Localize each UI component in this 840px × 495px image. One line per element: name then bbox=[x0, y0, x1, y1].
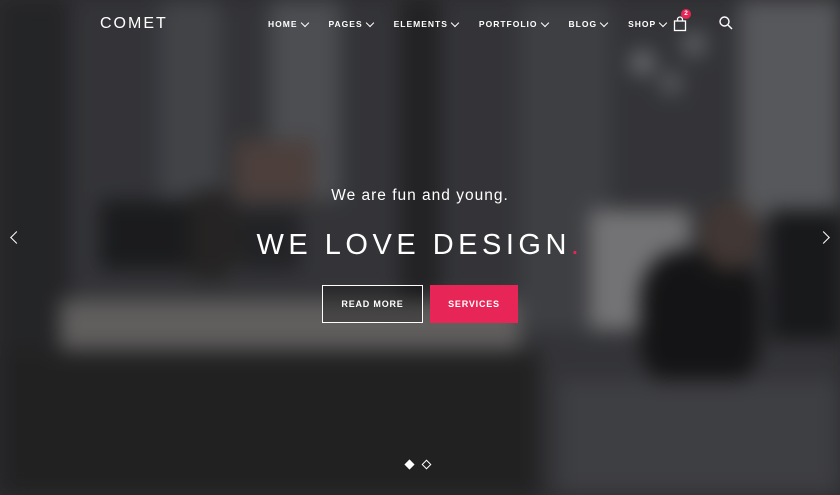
chevron-down-icon bbox=[365, 18, 374, 27]
nav-item-pages[interactable]: PAGES bbox=[328, 18, 374, 29]
nav-item-label: ELEMENTS bbox=[393, 19, 448, 29]
nav-item-label: HOME bbox=[268, 19, 298, 29]
nav-item-label: BLOG bbox=[568, 19, 598, 29]
hero-title-text: WE LOVE DESIGN bbox=[256, 229, 571, 261]
slide-dot-1[interactable] bbox=[404, 459, 415, 470]
nav-item-label: PORTFOLIO bbox=[478, 19, 538, 29]
read-more-button[interactable]: READ MORE bbox=[322, 285, 423, 323]
nav-item-home[interactable]: HOME bbox=[268, 18, 309, 29]
main-menu: HOME PAGES ELEMENTS PORTFOLIO BLOG SHOP bbox=[268, 18, 687, 29]
hero-title-dot: . bbox=[570, 229, 584, 261]
logo[interactable]: COMET bbox=[100, 15, 168, 33]
chevron-down-icon bbox=[658, 18, 668, 27]
hero-subtitle: We are fun and young. bbox=[331, 187, 509, 204]
nav-item-elements[interactable]: ELEMENTS bbox=[393, 18, 460, 29]
nav-item-shop[interactable]: SHOP bbox=[628, 18, 668, 29]
nav-item-portfolio[interactable]: PORTFOLIO bbox=[478, 18, 549, 29]
search-icon[interactable] bbox=[718, 15, 734, 31]
slider-pagination bbox=[404, 459, 432, 470]
nav-item-label: SHOP bbox=[628, 19, 657, 29]
slide-dot-2[interactable] bbox=[421, 459, 432, 470]
chevron-down-icon bbox=[300, 18, 309, 27]
chevron-down-icon bbox=[540, 18, 549, 27]
cart-count-badge: 2 bbox=[681, 9, 691, 19]
chevron-down-icon bbox=[599, 18, 609, 27]
site-header: COMET HOME PAGES ELEMENTS PORTFOLIO BLOG… bbox=[0, 0, 840, 48]
nav-item-label: PAGES bbox=[328, 19, 363, 29]
chevron-down-icon bbox=[450, 18, 460, 27]
nav-item-blog[interactable]: BLOG bbox=[568, 18, 609, 29]
hero-title: WE LOVE DESIGN. bbox=[0, 229, 840, 262]
services-button[interactable]: SERVICES bbox=[430, 285, 518, 323]
